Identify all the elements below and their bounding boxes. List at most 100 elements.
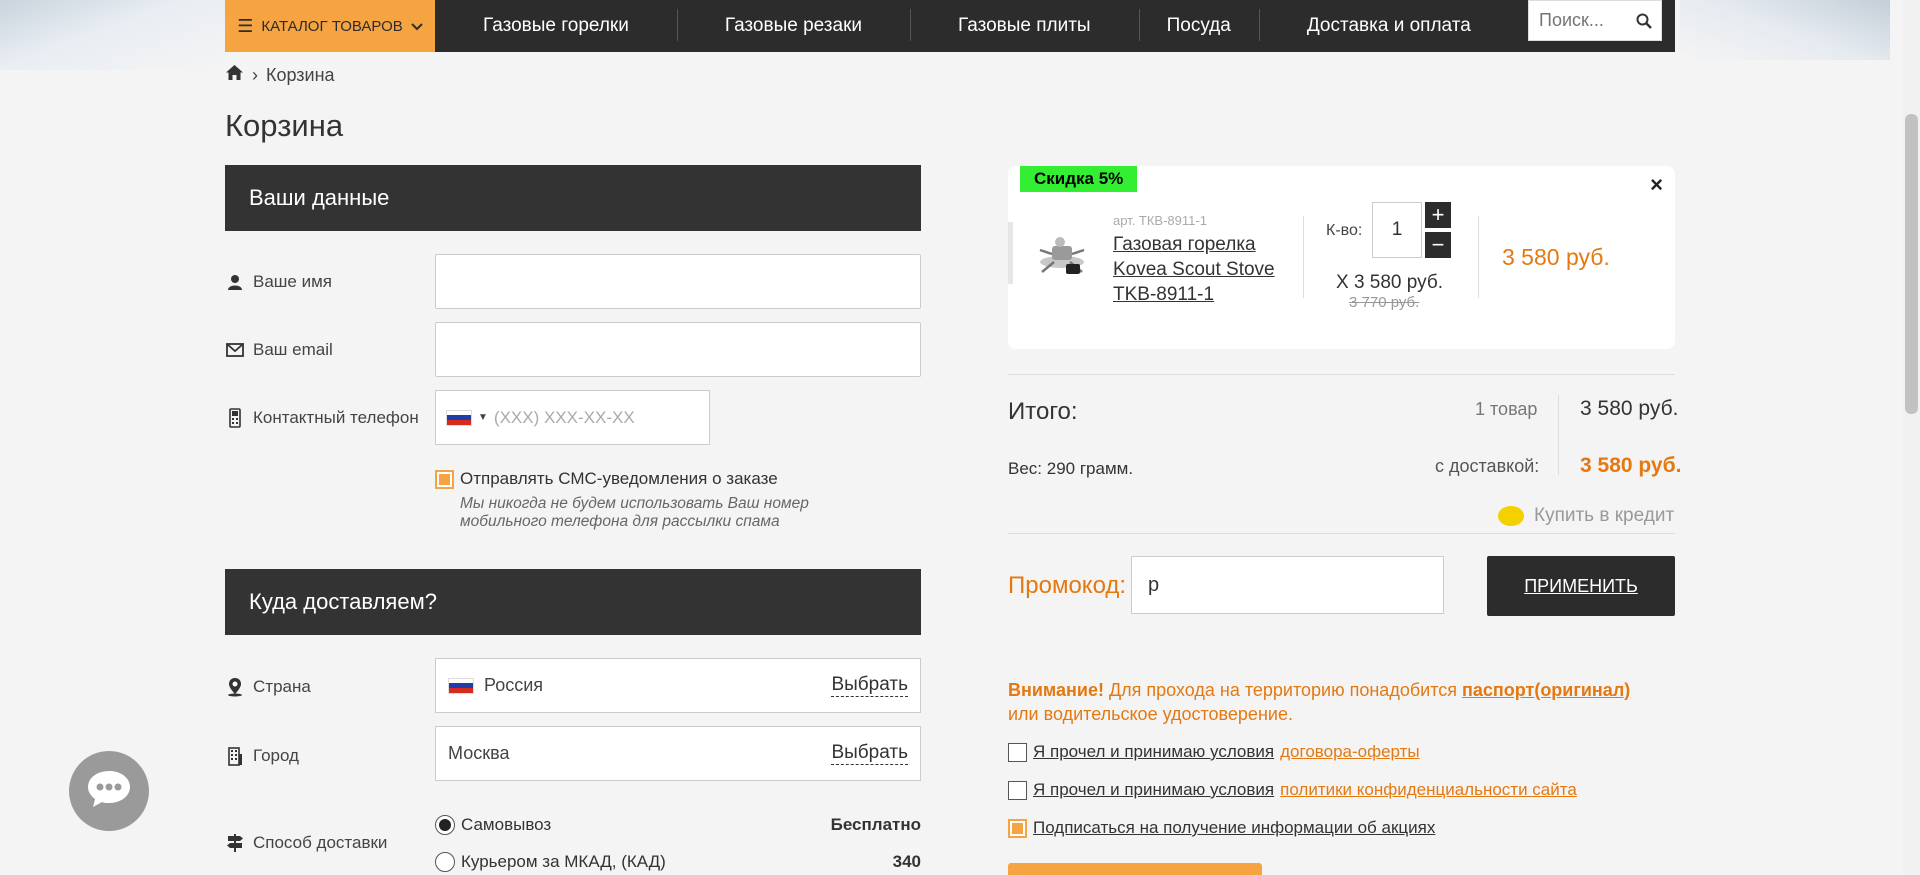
- nav-item-cutters[interactable]: Газовые резаки: [676, 9, 910, 41]
- country-select[interactable]: Россия Выбрать: [435, 658, 921, 713]
- subscribe-checkbox[interactable]: [1008, 818, 1027, 838]
- total-sum: 3 580 руб.: [1580, 397, 1679, 420]
- agreement-text: Я прочел и принимаю условия: [1033, 742, 1275, 761]
- catalog-button[interactable]: ☰ КАТАЛОГ ТОВАРОВ: [225, 0, 435, 52]
- location-pin-icon: [225, 677, 245, 697]
- sms-checkbox-row[interactable]: Отправлять СМС-уведомления о заказе: [435, 469, 778, 489]
- radio-pickup[interactable]: [435, 815, 455, 835]
- product-image[interactable]: [1030, 228, 1094, 282]
- notice-text-2: или водительское удостоверение.: [1008, 704, 1293, 724]
- name-label: Ваше имя: [225, 272, 332, 292]
- breadcrumb-separator: ›: [252, 64, 258, 85]
- signpost-icon: [225, 833, 245, 853]
- russia-flag-icon: [448, 677, 474, 694]
- subscribe-row[interactable]: Подписаться на получение информации об а…: [1008, 818, 1435, 838]
- city-select[interactable]: Москва Выбрать: [435, 726, 921, 781]
- with-delivery-label: с доставкой:: [1435, 456, 1540, 476]
- total-label: Итого:: [1008, 398, 1078, 425]
- caret-down-icon[interactable]: ▼: [478, 412, 488, 423]
- discount-badge: Скидка 5%: [1020, 166, 1138, 192]
- weight-value: 290 грамм.: [1046, 459, 1134, 478]
- offer-checkbox[interactable]: [1008, 742, 1027, 762]
- attention-label: Внимание!: [1008, 680, 1104, 700]
- product-name-link[interactable]: Газовая горелка Kovea Scout Stove TKB-89…: [1113, 232, 1303, 307]
- delivery-option-courier[interactable]: Курьером за МКАД, (КАД) 340: [435, 852, 921, 872]
- offer-agreement-row[interactable]: Я прочел и принимаю условия договора-офе…: [1008, 742, 1420, 762]
- nav-item-burners[interactable]: Газовые горелки: [435, 15, 677, 37]
- nav-item-delivery[interactable]: Доставка и оплата: [1258, 9, 1519, 41]
- city-label: Город: [225, 746, 299, 766]
- nav-item-stoves[interactable]: Газовые плиты: [910, 9, 1139, 41]
- chevron-down-icon: [411, 18, 423, 35]
- promo-input[interactable]: р: [1131, 556, 1444, 614]
- email-label: Ваш email: [225, 340, 333, 360]
- breadcrumb-current: Корзина: [266, 64, 335, 85]
- weight: Вес: 290 грамм.: [1008, 459, 1133, 479]
- chat-icon: [86, 769, 132, 814]
- background-decoration: [0, 0, 225, 70]
- quantity-input[interactable]: 1: [1372, 202, 1422, 258]
- apply-promo-button[interactable]: ПРИМЕНИТЬ: [1487, 556, 1675, 616]
- privacy-link[interactable]: политики конфиденциальности сайта: [1280, 780, 1577, 800]
- email-field[interactable]: [435, 322, 921, 377]
- choose-country-button[interactable]: Выбрать: [831, 674, 908, 697]
- top-navigation: ☰ КАТАЛОГ ТОВАРОВ Газовые горелки Газовы…: [225, 0, 1675, 52]
- sms-label: Отправлять СМС-уведомления о заказе: [460, 469, 778, 488]
- offer-link[interactable]: договора-оферты: [1280, 742, 1420, 762]
- your-data-heading: Ваши данные: [225, 165, 921, 231]
- search-icon[interactable]: [1629, 13, 1659, 29]
- sms-note: Мы никогда не будем использовать Ваш ном…: [460, 495, 809, 530]
- cart-item-card: Скидка 5% × арт. ТКВ-8911-1 Газовая горе…: [1008, 166, 1675, 349]
- checkout-button[interactable]: [1008, 863, 1262, 875]
- home-icon[interactable]: [225, 64, 244, 86]
- privacy-checkbox[interactable]: [1008, 780, 1027, 800]
- delivery-option-pickup[interactable]: Самовывоз Бесплатно: [435, 815, 921, 835]
- unit-price: X 3 580 руб.: [1336, 272, 1444, 293]
- passport-notice: Внимание! Для прохода на территорию пона…: [1008, 678, 1688, 726]
- catalog-label: КАТАЛОГ ТОВАРОВ: [261, 17, 403, 35]
- buy-on-credit-link[interactable]: Купить в кредит: [1498, 505, 1674, 527]
- menu-icon: ☰: [237, 15, 254, 36]
- background-decoration-right: [1680, 0, 1890, 60]
- card-edge-marker: [1008, 222, 1013, 284]
- russia-flag-icon[interactable]: [446, 409, 472, 426]
- agreement-text: Я прочел и принимаю условия: [1033, 780, 1275, 799]
- quantity-minus-button[interactable]: −: [1425, 232, 1451, 258]
- radio-courier[interactable]: [435, 852, 455, 872]
- country-label: Страна: [225, 677, 311, 697]
- delivery-option-price: Бесплатно: [830, 815, 921, 834]
- name-field[interactable]: [435, 254, 921, 309]
- credit-icon: [1498, 506, 1524, 526]
- delivery-option-price: 340: [892, 852, 921, 871]
- phone-placeholder: (XXX) XXX-XX-XX: [493, 407, 635, 427]
- divider: [1303, 216, 1304, 298]
- chat-button[interactable]: [69, 751, 149, 831]
- building-icon: [225, 746, 245, 766]
- privacy-agreement-row[interactable]: Я прочел и принимаю условия политики кон…: [1008, 780, 1577, 800]
- delivery-method-label: Способ доставки: [225, 833, 387, 853]
- total-with-delivery: 3 580 руб.: [1580, 454, 1682, 477]
- passport-link[interactable]: паспорт(оригинал): [1462, 680, 1630, 700]
- choose-city-button[interactable]: Выбрать: [831, 742, 908, 765]
- city-value: Москва: [448, 743, 510, 763]
- page-title: Корзина: [225, 108, 344, 143]
- scrollbar[interactable]: [1903, 0, 1920, 875]
- scrollbar-thumb[interactable]: [1905, 114, 1918, 414]
- divider: [1008, 533, 1675, 534]
- envelope-icon: [225, 343, 245, 357]
- quantity-plus-button[interactable]: +: [1425, 202, 1451, 228]
- weight-label: Вес:: [1008, 459, 1043, 478]
- sms-checkbox[interactable]: [435, 469, 454, 489]
- items-count: 1 товар: [1475, 399, 1538, 419]
- quantity-label: К-во:: [1326, 222, 1363, 239]
- divider: [1478, 216, 1479, 298]
- nav-item-cookware[interactable]: Посуда: [1138, 9, 1259, 41]
- delivery-heading: Куда доставляем?: [225, 569, 921, 635]
- product-article: арт. ТКВ-8911-1: [1113, 213, 1207, 228]
- remove-item-button[interactable]: ×: [1650, 172, 1663, 198]
- old-price: 3 770 руб.: [1349, 294, 1420, 311]
- search-input[interactable]: [1529, 1, 1629, 40]
- notice-text: Для прохода на территорию понадобится: [1103, 680, 1462, 700]
- country-value: Россия: [484, 675, 544, 695]
- phone-field[interactable]: ▼ (XXX) XXX-XX-XX: [435, 390, 710, 445]
